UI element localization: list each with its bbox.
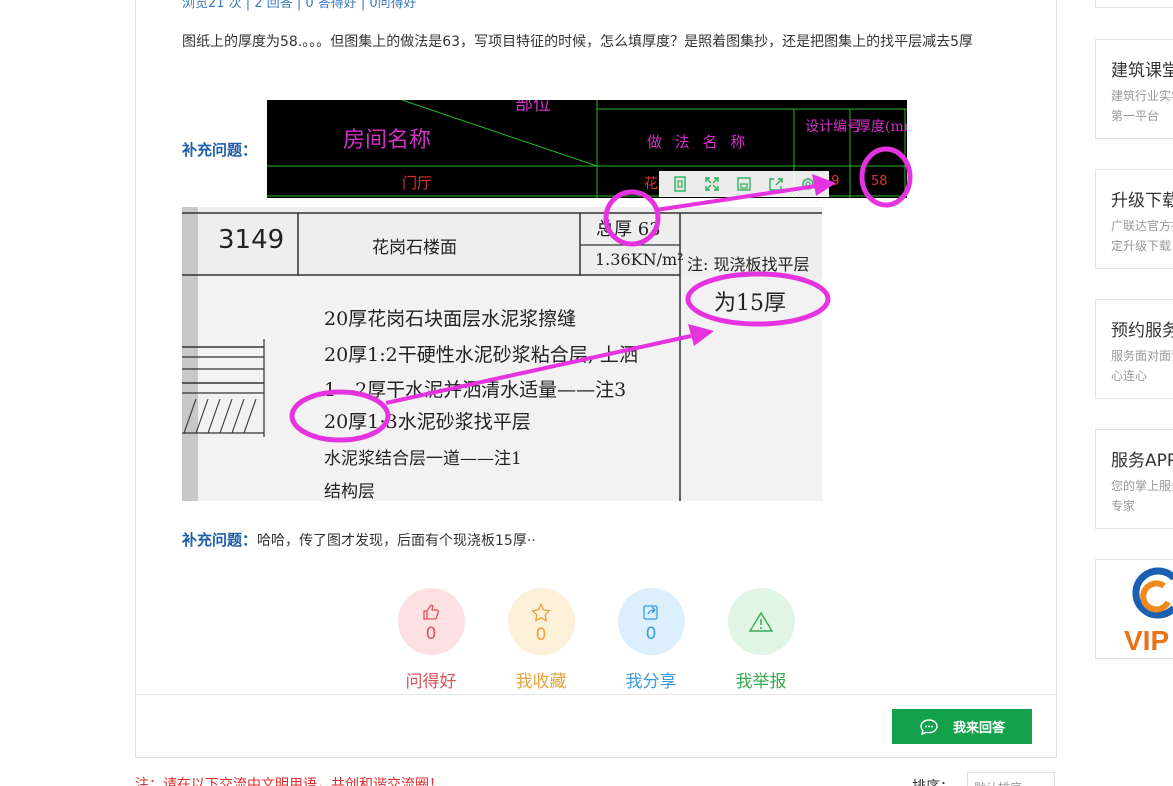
good-question-label: 问得好 [405, 672, 457, 692]
good-question-circle[interactable]: 0 [397, 588, 465, 655]
atlas-layer-line: 1—2厚干水泥并洒清水适量——注3 [324, 379, 627, 401]
atlas-code: 3149 [218, 225, 285, 255]
cad-thickness-header: 厚度(mm) [857, 119, 907, 135]
share-icon [643, 605, 658, 620]
supplement-2: 补充问题：哈哈，传了图才发现，后面有个现浇板15厚·· [182, 529, 536, 550]
action-bar: 0 问得好 0 我收藏 0 我分享 我举报 [396, 588, 816, 698]
question-stats: 浏览21 次 | 2 回答 | 0 答得好 | 0问得好 [182, 0, 417, 11]
cad-design-code-header: 设计编号 [805, 119, 861, 135]
supplement-label: 补充问题： [182, 141, 258, 159]
question-text: 图纸上的厚度为58.。。。但图集上的做法是63，写项目特征的时候，怎么填厚度？是… [182, 34, 973, 50]
atlas-title: 花岗石楼面 [372, 238, 457, 258]
sidebar-card-top [1095, 0, 1173, 8]
atlas-layer-line: 结构层 [324, 482, 375, 501]
favorite-button[interactable]: 0 我收藏 [506, 588, 576, 692]
atlas-layer-line: 20厚花岗石块面层水泥浆擦缝 [324, 308, 577, 330]
answer-button[interactable]: 我来回答 [892, 709, 1032, 744]
cad-method-value: 花 [644, 176, 658, 192]
favorite-count: 0 [535, 624, 547, 645]
sort-select[interactable]: 默认排序 [967, 772, 1055, 786]
chat-bubble-icon [920, 718, 938, 735]
fullscreen-icon[interactable] [701, 174, 723, 194]
rotate-icon[interactable] [669, 174, 691, 194]
vip-logo: VIP [1124, 567, 1173, 656]
star-icon [531, 602, 551, 622]
image-toolbar [659, 171, 829, 197]
report-button[interactable]: 我举报 [726, 588, 796, 692]
atlas-layer-line: 20厚1:2干硬性水泥砂浆粘合层, 上洒 [324, 344, 638, 366]
atlas-layer-line: 20厚1:3水泥砂浆找平层 [324, 411, 531, 433]
sidebar-card-app[interactable]: 服务APP 您的掌上服务专家 [1095, 429, 1173, 529]
cad-method-header: 做 法 名 称 [647, 133, 750, 151]
sidebar-card-desc: 广联达官方指定升级下载 [1111, 219, 1173, 253]
favorite-circle[interactable]: 0 [507, 588, 575, 655]
report-circle[interactable] [727, 588, 795, 655]
question-panel: 浏览21 次 | 2 回答 | 0 答得好 | 0问得好 图纸上的厚度为58.。… [135, 0, 1057, 758]
warning-icon [748, 611, 774, 632]
cad-room-value: 门厅 [402, 174, 433, 192]
answer-button-label: 我来回答 [952, 720, 1005, 735]
settings-icon[interactable] [797, 174, 819, 194]
sidebar-card-title: 建筑课堂 [1111, 61, 1173, 81]
sidebar-card-desc: 您的掌上服务专家 [1111, 479, 1173, 513]
sidebar-card-desc: 建筑行业实学第一平台 [1111, 89, 1173, 123]
sidebar-card-title: 预约服务 [1111, 321, 1173, 341]
share-count: 0 [645, 624, 657, 644]
sidebar-card-title: 服务APP [1111, 451, 1173, 471]
share-circle[interactable]: 0 [617, 588, 685, 655]
cad-room-name-header: 房间名称 [343, 128, 432, 153]
sidebar-card-download[interactable]: 升级下载 广联达官方指定升级下载 [1095, 169, 1173, 269]
sidebar-vip-card[interactable]: VIP [1095, 559, 1173, 659]
good-question-count: 0 [425, 624, 437, 644]
atlas-note: 注: 现浇板找平层 [687, 255, 810, 274]
divider [136, 694, 1056, 695]
favorite-label: 我收藏 [515, 672, 567, 692]
atlas-note-15: 为15厚 [714, 291, 786, 316]
atlas-total-thickness: 总厚 63 [596, 219, 661, 240]
sidebar-card-booking[interactable]: 预约服务 服务面对面诺心连心 [1095, 299, 1173, 399]
sort-label: 排序： [912, 776, 954, 786]
notice-text: 注：请在以下交流中文明用语，共创和谐交流圈！ [135, 777, 443, 786]
thumbs-up-icon [423, 604, 440, 620]
atlas-load: 1.36KN/m² [595, 250, 684, 269]
share-image-icon[interactable] [765, 174, 787, 194]
good-question-button[interactable]: 0 问得好 [396, 588, 466, 692]
atlas-scan-image[interactable]: 3149 花岗石楼面 总厚 63 1.36KN/m² 注: 现浇板找平层 为15… [182, 207, 822, 501]
atlas-layer-line: 水泥浆结合层一道——注1 [324, 449, 522, 469]
supplement-text-2: 哈哈，传了图才发现，后面有个现浇板15厚·· [257, 533, 536, 549]
sidebar-card-desc: 服务面对面诺心连心 [1111, 349, 1173, 383]
vip-logo-text: VIP [1124, 625, 1169, 656]
save-icon[interactable] [733, 174, 755, 194]
supplement-label-2: 补充问题： [182, 531, 258, 549]
share-button[interactable]: 0 我分享 [616, 588, 686, 692]
sidebar-card-title: 升级下载 [1111, 191, 1173, 211]
sidebar-card-course[interactable]: 建筑课堂 建筑行业实学第一平台 [1095, 39, 1173, 139]
cad-part-label: 部位 [515, 100, 551, 115]
cad-thickness-value: 58 [871, 174, 888, 189]
share-label: 我分享 [625, 672, 677, 692]
report-label: 我举报 [735, 672, 787, 692]
